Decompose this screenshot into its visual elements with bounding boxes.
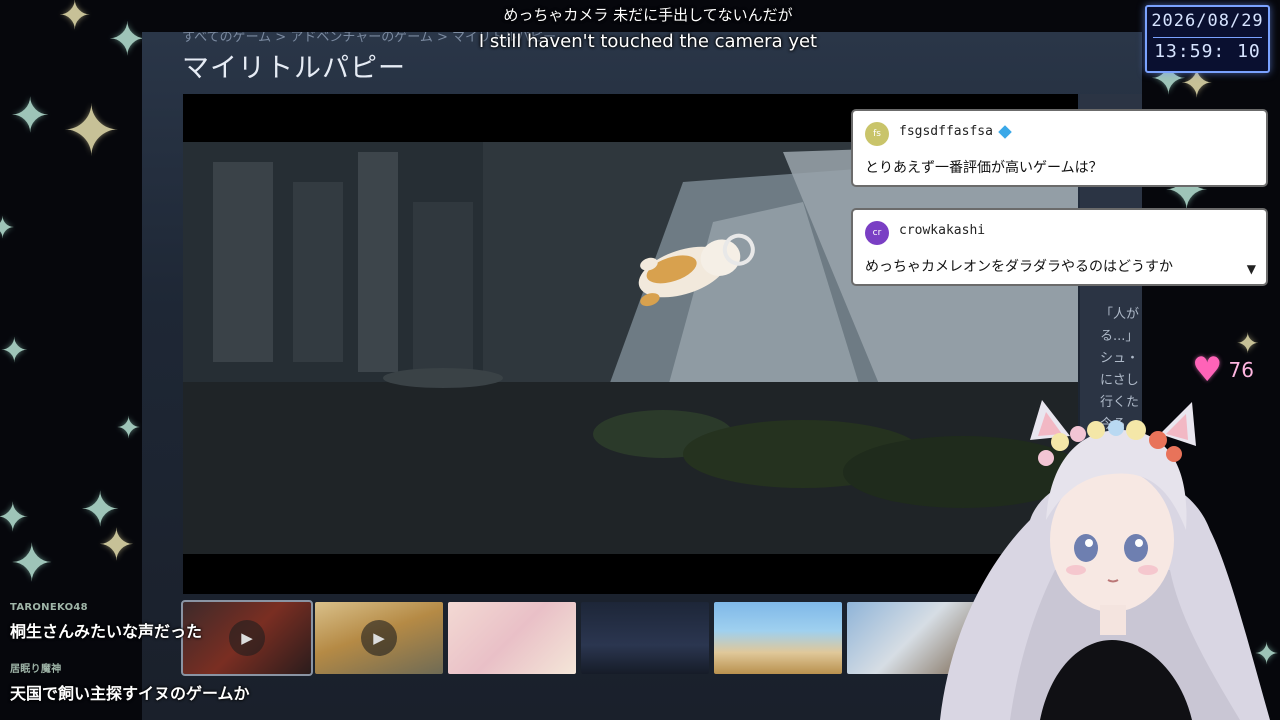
avatar-initials: cr (872, 228, 882, 238)
sparkle-icon: ✦ (0, 211, 16, 246)
chat-message: fs fsgsdffasfsa とりあえず一番評価が高いゲームは？ (851, 109, 1268, 187)
avatar-illustration (940, 400, 1270, 720)
thumbnail-image-1[interactable] (448, 602, 576, 674)
subtitle-english: I still haven't touched the camera yet (478, 31, 818, 52)
play-icon: ▶ (361, 620, 397, 656)
thumbnail-image-3[interactable] (714, 602, 842, 674)
sparkle-icon: ✦ (98, 520, 135, 571)
subtitle-japanese: めっちゃカメラ 未だに手出してないんだが (503, 6, 793, 24)
sparkle-icon: ✦ (0, 495, 30, 541)
like-counter: ♥ 76 (1192, 352, 1254, 388)
chat-message-text: めっちゃカメレオンをダラダラやるのはどうすか (865, 259, 1173, 275)
diamond-icon (998, 124, 1012, 139)
chat-message: cr crowkakashi めっちゃカメレオンをダラダラやるのはどうすか ▼ (851, 208, 1268, 286)
chevron-down-icon[interactable]: ▼ (1247, 262, 1256, 276)
sparkle-icon: ✦ (116, 411, 142, 446)
comment-text: 桐生さんみたいな声だった (10, 622, 203, 641)
thumbnail-video-2[interactable]: ▶ (315, 602, 443, 674)
chat-message-text: とりあえず一番評価が高いゲームは？ (865, 160, 1103, 176)
vtuber-avatar (880, 400, 1280, 720)
sparkle-icon: ✦ (0, 331, 29, 371)
comment-text: 天国で飼い主探すイヌのゲームか (10, 684, 250, 703)
avatar-initials: fs (873, 129, 881, 139)
avatar: fs (865, 122, 889, 146)
overlay-comment: TARONEKO48 桐生さんみたいな声だった (10, 602, 202, 642)
chat-username-text: fsgsdffasfsa (899, 124, 993, 139)
overlay-comment: 居眠り魔神 天国で飼い主探すイヌのゲームか (10, 660, 250, 704)
like-count: 76 (1228, 358, 1254, 382)
chat-username: fsgsdffasfsa (899, 124, 1012, 139)
avatar: cr (865, 221, 889, 245)
chat-username: crowkakashi (899, 223, 986, 238)
play-icon: ▶ (229, 620, 265, 656)
clock-divider (1153, 37, 1262, 38)
heart-icon: ♥ (1192, 350, 1223, 390)
subtitles: めっちゃカメラ 未だに手出してないんだが I still haven't tou… (0, 4, 1280, 52)
thumbnail-image-2[interactable] (581, 602, 709, 674)
clock-widget: 2026/08/29 13:59: 10 (1145, 5, 1270, 73)
comment-username: 居眠り魔神 (10, 664, 62, 675)
sparkle-icon: ✦ (10, 88, 51, 144)
clock-time: 13:59: 10 (1154, 41, 1261, 62)
clock-date: 2026/08/29 (1151, 11, 1264, 31)
sparkle-icon: ✦ (10, 534, 54, 594)
comment-username: TARONEKO48 (10, 602, 88, 613)
sparkle-icon: ✦ (62, 90, 121, 172)
